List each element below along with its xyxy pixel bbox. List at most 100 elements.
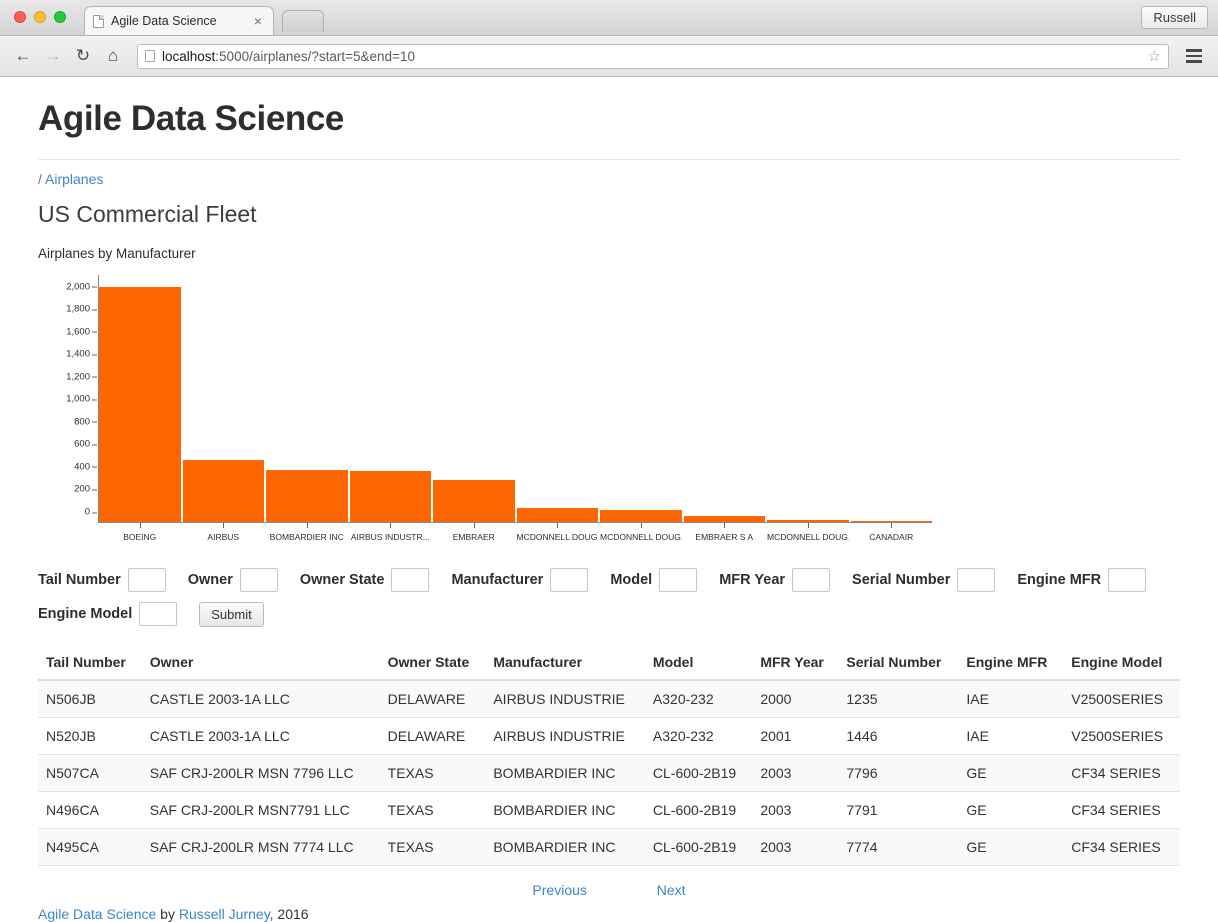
chart-bar[interactable] [683, 516, 765, 522]
chart-bar[interactable] [600, 509, 682, 522]
new-tab-button[interactable] [282, 10, 324, 32]
table-row[interactable]: N520JB CASTLE 2003-1A LLC DELAWARE AIRBUS I… [38, 717, 1180, 755]
x-axis-label: EMBRAER [433, 523, 515, 550]
x-axis-label: BOMBARDIER INC [266, 523, 348, 550]
table-cell: CL-600-2B19 [644, 828, 753, 866]
chart-y-axis: 0 200 400 600 800 1,000 1,200 1,400 1,600 1,800 2,… [38, 275, 98, 523]
hamburger-menu-icon[interactable] [1180, 49, 1208, 63]
x-axis-label: CANADAIR [851, 523, 933, 550]
close-window-button[interactable] [14, 11, 26, 23]
browser-chrome: Agile Data Science × Russell ← → ↻ ⌂ loc… [0, 0, 1218, 77]
window-controls [14, 11, 66, 23]
table-cell: CL-600-2B19 [644, 754, 753, 792]
submit-button[interactable]: Submit [199, 601, 264, 627]
y-axis-tick: 1,800 [66, 303, 97, 315]
filter-label: Serial Number [852, 572, 951, 588]
table-cell: CF34 SERIES [1063, 828, 1180, 866]
table-header-row: Tail Number Owner Owner State Manufacturer M… [38, 645, 1180, 681]
browser-tab[interactable]: Agile Data Science × [84, 6, 274, 35]
bookmark-star-icon[interactable]: ☆ [1148, 47, 1161, 65]
chart-bar[interactable] [767, 520, 849, 522]
back-icon[interactable]: ← [10, 43, 36, 69]
table-cell: SAF CRJ-200LR MSN7791 LLC [141, 791, 380, 829]
footer-link-author[interactable]: Russell Jurney [179, 906, 270, 922]
table-cell: V2500SERIES [1063, 680, 1180, 718]
chart-bar[interactable] [516, 508, 598, 522]
y-axis-tick: 400 [74, 461, 97, 473]
table-row[interactable]: N495CA SAF CRJ-200LR MSN 7774 LLC TEXAS BOM… [38, 828, 1180, 866]
chart-x-axis: BOEING AIRBUS BOMBARDIER INC AIRBUS INDUSTR… [99, 523, 932, 550]
filter-input[interactable] [1108, 568, 1147, 592]
breadcrumb-link-airplanes[interactable]: Airplanes [45, 171, 103, 187]
pagination: Previous Next [38, 866, 1180, 898]
table-row[interactable]: N496CA SAF CRJ-200LR MSN7791 LLC TEXAS BOMB… [38, 791, 1180, 829]
breadcrumb-separator: / [38, 171, 42, 187]
y-axis-tick: 1,200 [66, 371, 97, 383]
previous-page-link[interactable]: Previous [532, 882, 586, 898]
browser-toolbar: ← → ↻ ⌂ localhost:5000/airplanes/?start=… [0, 36, 1218, 77]
y-axis-tick: 1,000 [66, 393, 97, 405]
table-cell: A320-232 [644, 717, 753, 755]
filter-input[interactable] [957, 568, 996, 592]
filter-input[interactable] [239, 568, 278, 592]
table-column-header: Model [644, 645, 753, 681]
chart-bar[interactable] [433, 480, 515, 522]
filter-label: Model [610, 572, 653, 588]
table-cell: CF34 SERIES [1063, 754, 1180, 792]
table-cell: TEXAS [379, 791, 486, 829]
chart-bar[interactable] [850, 520, 932, 522]
reload-icon[interactable]: ↻ [70, 43, 96, 69]
table-cell: CASTLE 2003-1A LLC [141, 680, 380, 718]
table-row[interactable]: N507CA SAF CRJ-200LR MSN 7796 LLC TEXAS BOM… [38, 754, 1180, 792]
chart-caption: Airplanes by Manufacturer [38, 246, 196, 261]
table-cell: CF34 SERIES [1063, 791, 1180, 829]
chart-bar[interactable] [266, 469, 348, 522]
table-cell: 2003 [752, 828, 839, 866]
chart-bar[interactable] [182, 460, 264, 522]
footer-year: , 2016 [269, 906, 309, 922]
address-bar[interactable]: localhost:5000/airplanes/?start=5&end=10… [137, 43, 1169, 69]
table-cell: 7796 [838, 754, 959, 792]
table-body: N506JB CASTLE 2003-1A LLC DELAWARE AIRBUS I… [38, 680, 1180, 866]
x-axis-label: BOEING [99, 523, 181, 550]
table-cell: DELAWARE [379, 717, 486, 755]
chart-bar[interactable] [99, 287, 181, 522]
filter-input[interactable] [659, 568, 698, 592]
browser-titlebar: Agile Data Science × Russell [0, 0, 1218, 36]
minimize-window-button[interactable] [34, 11, 46, 23]
table-cell: DELAWARE [379, 680, 486, 718]
profile-button[interactable]: Russell [1141, 6, 1208, 29]
maximize-window-button[interactable] [54, 11, 66, 23]
site-favicon-icon [145, 50, 155, 62]
url-path: :5000/airplanes/?start=5&end=10 [215, 48, 415, 64]
filter-input[interactable] [127, 568, 166, 592]
filter-label: Owner State [299, 572, 385, 588]
table-cell: IAE [958, 717, 1064, 755]
table-cell: CL-600-2B19 [644, 791, 753, 829]
y-axis-tick: 200 [74, 483, 97, 495]
table-cell: GE [958, 791, 1064, 829]
filter-input[interactable] [139, 602, 178, 626]
close-tab-icon[interactable]: × [251, 14, 265, 28]
table-column-header: Manufacturer [485, 645, 645, 681]
y-axis-tick: 800 [74, 416, 97, 428]
y-axis-tick: 1,600 [66, 326, 97, 338]
bar-chart: 0 200 400 600 800 1,000 1,200 1,400 1,600 1,800 2,… [38, 275, 1180, 550]
filter-label: Manufacturer [451, 572, 544, 588]
next-page-link[interactable]: Next [657, 882, 686, 898]
table-cell: 7774 [838, 828, 959, 866]
filter-input[interactable] [391, 568, 430, 592]
chart-bar[interactable] [349, 470, 431, 522]
footer-link-agile-data-science[interactable]: Agile Data Science [38, 906, 156, 922]
y-axis-tick: 0 [84, 506, 98, 518]
filter-form: Tail Number Owner Owner State Manufacturer M… [38, 563, 1180, 631]
table-column-header: Engine Model [1063, 645, 1180, 681]
table-row[interactable]: N506JB CASTLE 2003-1A LLC DELAWARE AIRBUS I… [38, 680, 1180, 718]
table-cell: SAF CRJ-200LR MSN 7774 LLC [141, 828, 380, 866]
filter-input[interactable] [792, 568, 831, 592]
page-title: Agile Data Science [38, 99, 344, 138]
table-cell: TEXAS [379, 828, 486, 866]
home-icon[interactable]: ⌂ [100, 43, 126, 69]
filter-input[interactable] [550, 568, 589, 592]
page-content: Agile Data Science / Airplanes US Commer… [0, 77, 1218, 922]
